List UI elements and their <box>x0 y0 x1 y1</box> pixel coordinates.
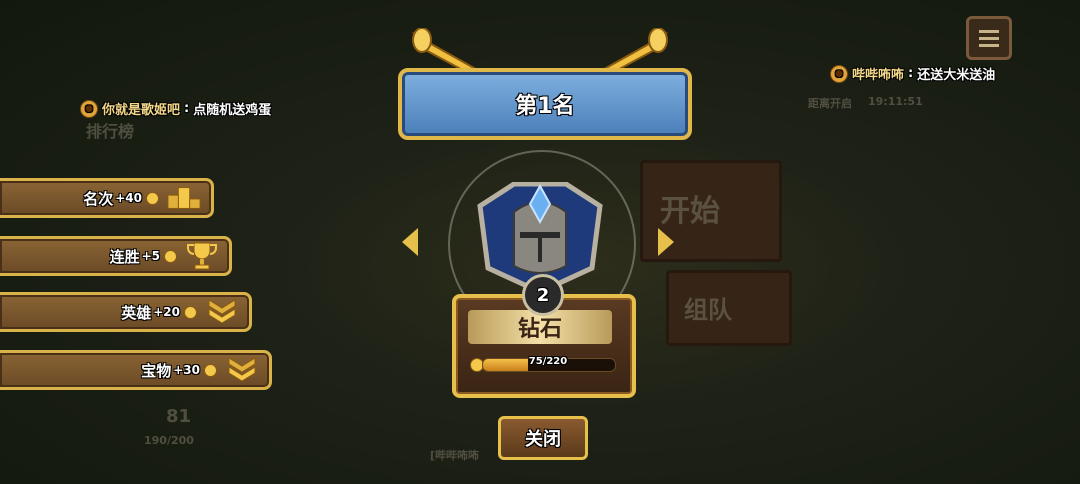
previous-arrow-button[interactable] <box>402 228 418 256</box>
chat-text: 点随机送鸡蛋 <box>193 103 272 118</box>
reward-label: 英雄 <box>121 303 152 322</box>
podium-icon <box>167 185 201 211</box>
chat-avatar-icon: ● <box>830 64 848 83</box>
reward-label: 名次 <box>83 189 114 208</box>
reward-row-hero: 英雄 +20 <box>0 292 252 332</box>
rank-progress-text: 75/220 <box>528 356 568 367</box>
menu-button[interactable] <box>966 16 1012 60</box>
game-scene: 开始 组队 排行榜 距离开启 19:11:51 81 190/200 [哔哔咘咘… <box>0 0 1080 484</box>
reward-amount: +40 <box>115 191 142 205</box>
chat-user: 你就是歌姬吧 <box>102 103 181 118</box>
close-button[interactable]: 关闭 <box>498 416 588 460</box>
reward-amount: +5 <box>141 249 160 263</box>
coin-icon <box>184 305 197 319</box>
chat-avatar-icon: ● <box>80 99 98 118</box>
tier-number-badge: 2 <box>522 274 564 316</box>
chat-message-left: ● 你就是歌姬吧: 点随机送鸡蛋 <box>80 99 271 118</box>
reward-label: 连胜 <box>109 247 140 266</box>
coin-icon <box>204 363 217 377</box>
chat-user: 哔哔咘咘 <box>852 68 905 83</box>
chevron-rank-icon <box>225 357 259 383</box>
reward-row-treasure: 宝物 +30 <box>0 350 272 390</box>
reward-row-rank: 名次 +40 <box>0 178 214 218</box>
rank-banner: 第1名 <box>398 68 692 140</box>
banner-title: 第1名 <box>515 94 575 119</box>
coin-icon <box>164 249 177 263</box>
coin-icon <box>146 191 159 205</box>
chat-message-right: ● 哔哔咘咘: 还送大米送油 <box>830 64 995 83</box>
reward-row-streak: 连胜 +5 <box>0 236 232 276</box>
chevron-rank-icon <box>205 299 239 325</box>
reward-amount: +20 <box>153 305 180 319</box>
reward-label: 宝物 <box>141 361 172 380</box>
next-arrow-button[interactable] <box>658 228 674 256</box>
reward-amount: +30 <box>173 363 200 377</box>
chat-text: 还送大米送油 <box>917 68 996 83</box>
trophy-icon <box>185 242 219 270</box>
